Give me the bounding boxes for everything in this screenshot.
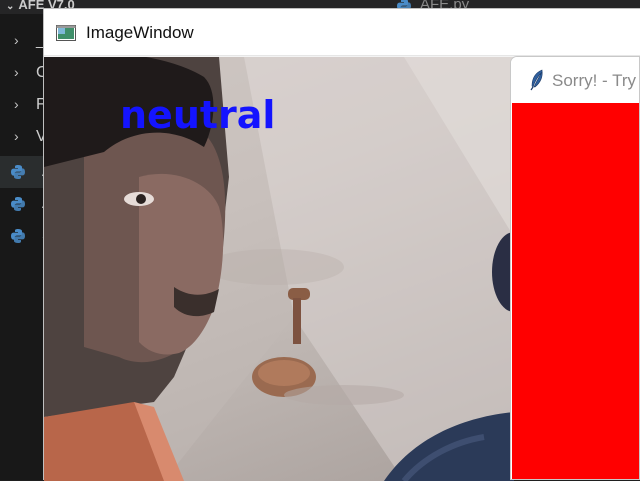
camera-frame-image — [44, 57, 514, 481]
chevron-right-icon: › — [14, 128, 19, 144]
feather-icon — [530, 69, 543, 91]
chevron-down-icon: ⌄ — [6, 1, 15, 12]
image-window-titlebar[interactable]: ImageWindow — [44, 9, 640, 56]
python-file-icon — [11, 165, 25, 179]
camera-feed: neutral — [44, 57, 514, 481]
tree-folder-item[interactable]: › V — [0, 120, 44, 152]
chevron-right-icon: › — [14, 96, 19, 112]
tree-file-item[interactable]: S — [0, 220, 44, 252]
chevron-right-icon: › — [14, 64, 19, 80]
tree-folder-item[interactable]: › C — [0, 56, 44, 88]
sorry-window-red-panel — [512, 103, 639, 479]
image-window-app-icon — [56, 25, 76, 41]
tree-folder-item[interactable]: ›_ — [0, 24, 44, 56]
tree-folder-item[interactable]: › F — [0, 88, 44, 120]
python-file-icon — [11, 197, 25, 211]
sorry-window-title: Sorry! - Try — [552, 71, 637, 90]
tree-file-item[interactable]: A — [0, 156, 44, 188]
sorry-window-titlebar[interactable]: Sorry! - Try — [511, 57, 639, 103]
chevron-right-icon: › — [14, 32, 19, 48]
sorry-window: Sorry! - Try — [510, 56, 640, 480]
explorer-tree: ›_ ›C ›F ›V A A — [0, 14, 44, 480]
tree-file-item[interactable]: A — [0, 188, 44, 220]
image-window-title: ImageWindow — [86, 23, 194, 42]
python-file-icon — [11, 229, 25, 243]
emotion-label: neutral — [120, 93, 276, 137]
